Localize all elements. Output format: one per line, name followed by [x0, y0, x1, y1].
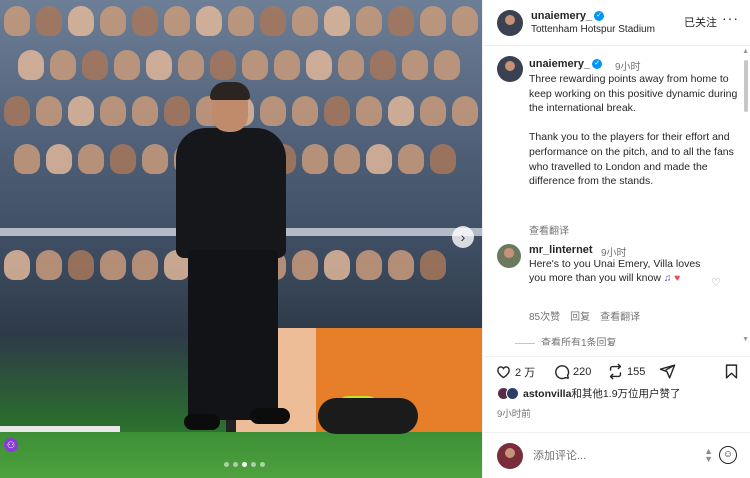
scrollbar[interactable] [744, 60, 748, 112]
avatar [506, 387, 519, 400]
emoji-icon[interactable]: ☺ [719, 446, 737, 464]
see-translation-link[interactable]: 查看翻译 [529, 222, 569, 237]
comment-username[interactable]: mr_linternet [529, 244, 593, 256]
avatar[interactable] [497, 10, 523, 36]
comments-scroll-area[interactable]: unaiemery_ ✓ 9小时 Three rewarding points a… [483, 46, 750, 346]
post-details-panel: unaiemery_ ✓ Tottenham Hotspur Stadium 已关… [482, 0, 750, 478]
like-comment-icon[interactable]: ♡ [711, 276, 721, 289]
likes-count: 2 万 [515, 366, 536, 379]
carousel-dots [224, 462, 265, 467]
scroll-up-arrow-icon[interactable]: ▲ [742, 48, 749, 55]
carousel-dot [233, 462, 238, 467]
comment-time: 9小时 [601, 248, 627, 259]
author-username[interactable]: unaiemery_ [531, 10, 592, 22]
comments-count: 220 [573, 365, 592, 378]
manager-figure [176, 128, 286, 258]
carousel-dot [251, 462, 256, 467]
post-time: 9小时前 [497, 409, 531, 420]
verified-icon: ✓ [594, 11, 605, 22]
share-button[interactable] [659, 363, 676, 380]
crowd [0, 6, 482, 46]
kit-bag [318, 398, 418, 434]
comment-composer: ▲▼ ☺ [483, 432, 750, 478]
avatar [497, 443, 523, 469]
like-button[interactable]: 2 万 [495, 363, 535, 380]
send-icon [659, 364, 676, 379]
music-notes-icon: ♫ [663, 272, 672, 284]
following-button[interactable]: 已关注 [684, 14, 717, 30]
action-bar: 2 万 220 155 [483, 356, 750, 384]
bookmark-icon [725, 364, 738, 379]
scroll-down-arrow-icon[interactable]: ▼ [742, 336, 749, 343]
pitch-grass [0, 432, 482, 478]
post-header: unaiemery_ ✓ Tottenham Hotspur Stadium 已关… [483, 0, 750, 46]
post-location[interactable]: Tottenham Hotspur Stadium [531, 24, 655, 35]
more-options-icon[interactable]: ··· [722, 10, 739, 26]
verified-icon: ✓ [592, 59, 603, 70]
comment-text: Here's to you Unai Emery, Villa loves yo… [529, 258, 701, 284]
comment-translate-link[interactable]: 查看翻译 [600, 308, 640, 323]
repost-button[interactable]: 155 [607, 363, 645, 380]
avatar[interactable] [497, 244, 521, 268]
carousel-dot [242, 462, 247, 467]
comment-likes[interactable]: 85次赞 [529, 308, 560, 323]
liked-by-others[interactable]: 和其他1.9万位用户赞了 [571, 386, 680, 401]
comment-button[interactable]: 220 [553, 363, 591, 380]
liked-by[interactable]: astonvilla 和其他1.9万位用户赞了 [497, 386, 681, 401]
comment-input[interactable] [533, 447, 703, 465]
caption-time: 9小时 [615, 62, 641, 73]
carousel-dot [224, 462, 229, 467]
red-heart-icon: ♥ [674, 272, 681, 284]
avatar[interactable] [497, 56, 523, 82]
caption-text: Three rewarding points away from home to… [529, 73, 738, 188]
repost-icon [609, 363, 622, 380]
sort-arrows-icon[interactable]: ▲ ▼ [704, 447, 713, 464]
view-replies-link[interactable]: 查看所有1条回复 [541, 334, 617, 346]
post-photo[interactable]: ⚇ › [0, 0, 482, 478]
shares-count: 155 [627, 365, 646, 378]
comment-actions: 85次赞 回复 查看翻译 [529, 308, 640, 323]
comment-icon [555, 365, 570, 380]
reply-button[interactable]: 回复 [570, 308, 590, 323]
carousel-dot [260, 462, 265, 467]
heart-icon [497, 366, 510, 379]
caption-username[interactable]: unaiemery_ [529, 58, 590, 70]
next-image-icon[interactable]: › [452, 226, 474, 248]
liked-by-user[interactable]: astonvilla [523, 388, 571, 400]
user-tag-icon[interactable]: ⚇ [4, 438, 18, 452]
save-button[interactable] [723, 363, 740, 380]
